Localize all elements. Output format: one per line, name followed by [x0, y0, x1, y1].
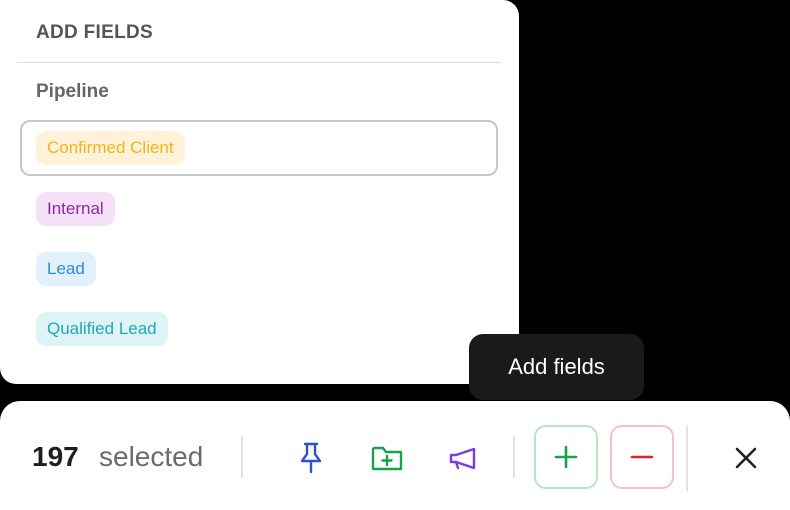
panel-header: ADD FIELDS — [36, 22, 153, 43]
pin-icon — [300, 442, 322, 474]
pin-button[interactable] — [289, 436, 333, 480]
remove-icon — [630, 455, 654, 459]
separator — [686, 425, 688, 491]
add-fields-panel: ADD FIELDS Pipeline Confirmed Client Int… — [0, 0, 519, 384]
selection-toolbar: 197 selected — [0, 401, 790, 510]
megaphone-icon — [449, 447, 476, 470]
selected-label: selected — [99, 441, 204, 472]
remove-button[interactable] — [610, 425, 674, 489]
add-icon — [554, 445, 578, 469]
tooltip-add-fields: Add fields — [469, 334, 644, 400]
separator — [241, 436, 243, 478]
section-title-pipeline: Pipeline — [36, 81, 109, 102]
tag-confirmed-client: Confirmed Client — [36, 131, 185, 165]
tag-internal: Internal — [36, 192, 115, 226]
option-row-internal[interactable]: Internal — [20, 181, 498, 237]
announce-button[interactable] — [441, 436, 485, 480]
tag-lead: Lead — [36, 252, 96, 286]
folder-add-icon — [371, 446, 403, 471]
option-row-confirmed-client[interactable]: Confirmed Client — [20, 120, 498, 176]
option-row-qualified-lead[interactable]: Qualified Lead — [20, 301, 498, 357]
selected-count: 197 — [32, 441, 79, 472]
separator — [513, 436, 515, 478]
option-row-lead[interactable]: Lead — [20, 241, 498, 297]
tag-qualified-lead: Qualified Lead — [36, 312, 168, 346]
add-button[interactable] — [534, 425, 598, 489]
close-icon — [735, 447, 757, 469]
add-to-folder-button[interactable] — [365, 436, 409, 480]
close-button[interactable] — [724, 436, 768, 480]
divider — [17, 62, 501, 63]
